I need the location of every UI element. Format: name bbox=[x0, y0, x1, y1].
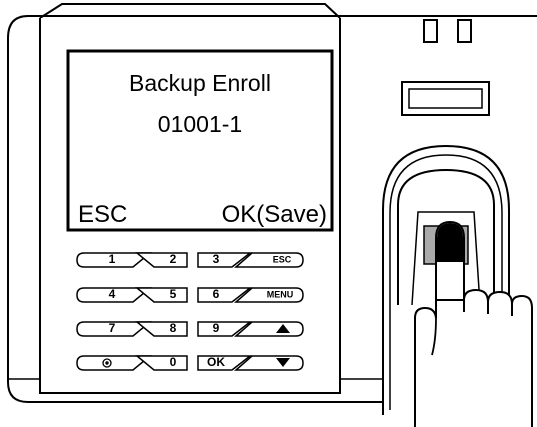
time-attendance-terminal: Backup Enroll 01001-1 ESC OK(Save) 1 2 3… bbox=[7, 3, 537, 427]
lcd-softkey-esc: ESC bbox=[78, 201, 127, 228]
key-3-label: 3 bbox=[213, 252, 220, 266]
key-9-label: 9 bbox=[213, 321, 220, 335]
hand bbox=[414, 288, 533, 427]
indicator-right bbox=[457, 19, 472, 43]
key-0-label: 0 bbox=[170, 355, 177, 369]
key-1-label: 1 bbox=[109, 252, 116, 266]
key-8-label: 8 bbox=[170, 321, 177, 335]
card-reader-slot-inner bbox=[408, 88, 483, 109]
key-7-label: 7 bbox=[109, 321, 116, 335]
lcd-user-id: 01001-1 bbox=[158, 111, 242, 137]
key-ok-label: OK bbox=[207, 355, 225, 369]
key-menu-label: MENU bbox=[267, 289, 294, 299]
key-esc-label: ESC bbox=[273, 254, 292, 264]
power-dot-center bbox=[105, 361, 109, 365]
key-2-label: 2 bbox=[170, 252, 177, 266]
key-6-label: 6 bbox=[213, 287, 220, 301]
lcd-title: Backup Enroll bbox=[129, 70, 271, 96]
key-5-label: 5 bbox=[170, 287, 177, 301]
finger-tip bbox=[437, 223, 463, 262]
lcd-softkey-ok-save: OK(Save) bbox=[222, 201, 327, 228]
key-4-label: 4 bbox=[109, 287, 116, 301]
indicator-left bbox=[423, 19, 438, 43]
